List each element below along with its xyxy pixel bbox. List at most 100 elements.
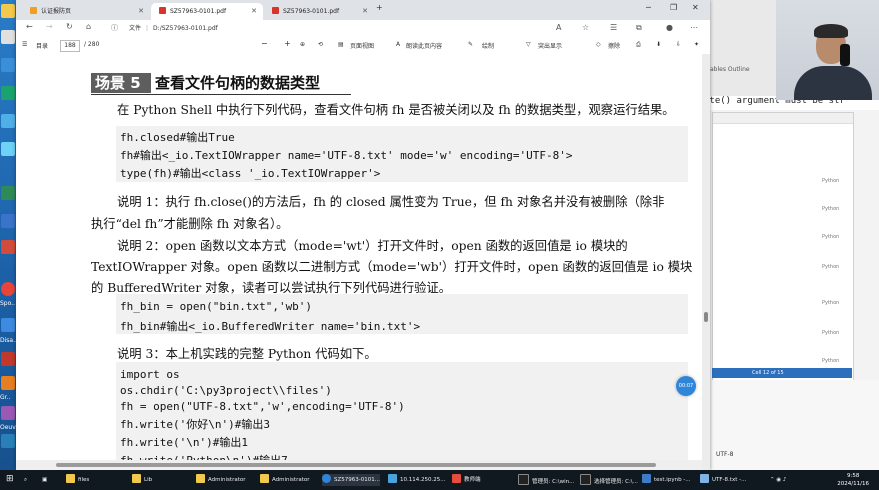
scrollbar-thumb[interactable] <box>704 312 708 322</box>
note-1: 说明 1：执行 fh.close()的方法后，fh 的 closed 属性变为 … <box>117 195 665 209</box>
eraser-icon[interactable]: ◇ <box>596 41 601 48</box>
url-prefix: 文件 <box>129 25 142 32</box>
zoom-out-button[interactable]: − <box>261 39 268 48</box>
favorites-list-icon[interactable]: ☰ <box>610 23 617 32</box>
taskbar-item-admin[interactable]: Administrator <box>196 474 246 486</box>
url-field[interactable]: 文件 | D:/SZ57963-0101.pdf <box>129 23 218 32</box>
taskbar-item-cmd-2[interactable]: 选择管理员: C:\... <box>580 474 638 486</box>
taskbar-item-teacher[interactable]: 教师端 <box>452 474 481 486</box>
taskbar-item-remote[interactable]: 10.114.250.25... <box>388 474 445 486</box>
taskbar-item-notepad[interactable]: UTF-8.txt -... <box>700 474 746 486</box>
read-aloud-icon[interactable]: A <box>396 41 400 48</box>
erase-button[interactable]: 擦除 <box>608 41 620 50</box>
pin-icon[interactable]: ✦ <box>694 41 699 48</box>
app-icon[interactable] <box>1 142 15 156</box>
python-label: Python <box>822 300 840 306</box>
app-icon[interactable] <box>1 376 15 390</box>
save-as-icon[interactable]: ⇩ <box>676 41 681 48</box>
tray-icons[interactable]: ⌃ ◉ ♪ <box>770 474 786 486</box>
outline-icon[interactable]: ☰ <box>22 41 27 48</box>
app-icon[interactable] <box>1 86 15 100</box>
fit-page-icon[interactable]: ⊕ <box>300 41 305 48</box>
taskbar-item-cmd[interactable]: 管理员: C:\win... <box>518 474 574 486</box>
app-icon[interactable] <box>1 58 15 72</box>
restore-icon[interactable]: ❐ <box>670 3 677 12</box>
page-view-button[interactable]: 页面视图 <box>350 41 374 50</box>
page-view-icon[interactable]: ▤ <box>338 41 344 48</box>
taskbar-item-admin-2[interactable]: Administrator <box>260 474 310 486</box>
dialog-titlebar <box>713 113 853 124</box>
taskbar-label: Lib <box>144 477 153 483</box>
folder-icon[interactable] <box>1 4 15 18</box>
file-dialog-panel[interactable] <box>712 112 854 382</box>
folder-icon <box>196 474 205 483</box>
app-icon[interactable] <box>1 352 15 366</box>
pdf-icon <box>159 7 166 14</box>
app-icon[interactable] <box>1 318 15 332</box>
new-tab-button[interactable]: + <box>376 3 383 12</box>
app-icon[interactable] <box>1 214 15 228</box>
read-mode-icon[interactable]: A <box>556 23 561 32</box>
task-view-icon[interactable]: ▣ <box>42 474 47 486</box>
app-icon[interactable] <box>1 186 15 200</box>
folder-icon <box>132 474 141 483</box>
clock[interactable]: 9:58 2024/11/16 <box>837 472 869 488</box>
profile-icon[interactable]: ● <box>666 23 673 32</box>
collections-icon[interactable]: ⧉ <box>636 23 642 33</box>
pdf-icon <box>272 7 279 14</box>
tab-pdf-active[interactable]: SZ57963-0101.pdf ✕ <box>151 3 263 20</box>
timer-badge[interactable]: 00:07 <box>676 376 696 396</box>
note-2: 说明 2：open 函数以文本方式（mode='wt'）打开文件时，open 函… <box>117 239 628 253</box>
app-icon[interactable] <box>1 240 15 254</box>
print-icon[interactable]: ⎙ <box>636 41 641 49</box>
minimize-icon[interactable]: ─ <box>646 3 651 12</box>
address-bar: ← → ↻ ⌂ ⓘ 文件 | D:/SZ57963-0101.pdf A ☆ ☰ ⧉… <box>16 20 710 38</box>
close-icon[interactable]: ✕ <box>362 3 368 20</box>
info-icon[interactable]: ⓘ <box>111 23 118 33</box>
home-icon[interactable]: ⌂ <box>86 22 91 31</box>
start-icon[interactable]: ⊞ <box>6 473 14 485</box>
read-aloud-button[interactable]: 朗读此页内容 <box>406 41 442 50</box>
browser-window[interactable]: 认证报防页 ✕ SZ57963-0101.pdf ✕ SZ57963-0101.pd… <box>16 0 710 470</box>
more-icon[interactable]: ⋯ <box>690 23 698 32</box>
save-icon[interactable]: ⬇ <box>656 41 661 48</box>
taskbar-item-notebook[interactable]: test.ipynb -... <box>642 474 691 486</box>
close-window-icon[interactable]: ✕ <box>692 3 699 12</box>
pdf-viewer[interactable]: 场景 5 查看文件句柄的数据类型 在 Python Shell 中执行下列代码，… <box>16 54 710 470</box>
taskbar-item-pdf[interactable]: SZ57963-0101... <box>322 474 380 486</box>
back-icon[interactable]: ← <box>26 22 33 31</box>
scrollbar-thumb[interactable] <box>56 463 656 467</box>
app-icon[interactable] <box>1 114 15 128</box>
code-line: fh_bin#输出<_io.BufferedWriter name='bin.t… <box>120 320 421 333</box>
highlight-button[interactable]: 突出显示 <box>538 41 562 50</box>
highlight-icon[interactable]: ▽ <box>526 41 531 48</box>
tab-auth[interactable]: 认证报防页 ✕ <box>22 3 150 20</box>
draw-button[interactable]: 绘制 <box>482 41 494 50</box>
draw-icon[interactable]: ✎ <box>468 41 473 48</box>
tab-pdf[interactable]: SZ57963-0101.pdf ✕ <box>264 3 374 20</box>
vertical-scrollbar[interactable] <box>702 54 710 470</box>
forward-icon[interactable]: → <box>46 22 53 31</box>
code-line: fh#输出<_io.TextIOWrapper name='UTF-8.txt'… <box>120 149 573 162</box>
refresh-icon[interactable]: ↻ <box>66 22 73 31</box>
pdf-page: 场景 5 查看文件句柄的数据类型 在 Python Shell 中执行下列代码，… <box>16 54 702 470</box>
code-line: fh.write('\n')#输出1 <box>120 436 248 449</box>
taskbar-item-files[interactable]: files <box>66 474 89 486</box>
rotate-icon[interactable]: ⟲ <box>318 41 323 48</box>
zoom-in-button[interactable]: + <box>284 39 291 48</box>
favorite-icon[interactable]: ☆ <box>582 23 589 32</box>
page-number-input[interactable]: 188 <box>60 40 80 52</box>
close-icon[interactable]: ✕ <box>138 3 144 20</box>
python-label: Python <box>822 178 840 184</box>
outline-button[interactable]: 目录 <box>36 41 48 50</box>
horizontal-scrollbar[interactable] <box>16 460 702 470</box>
taskbar-item-lib[interactable]: Lib <box>132 474 152 486</box>
chrome-icon[interactable] <box>1 282 15 296</box>
app-icon[interactable] <box>1 30 15 44</box>
app-icon[interactable] <box>1 406 15 420</box>
editor-tabs[interactable]: ables Outline <box>710 66 750 73</box>
app-icon[interactable] <box>1 434 15 448</box>
close-icon[interactable]: ✕ <box>251 3 257 20</box>
code-line: os.chdir('C:\py3project\\files') <box>120 384 332 397</box>
search-icon[interactable]: ⌕ <box>24 474 27 486</box>
